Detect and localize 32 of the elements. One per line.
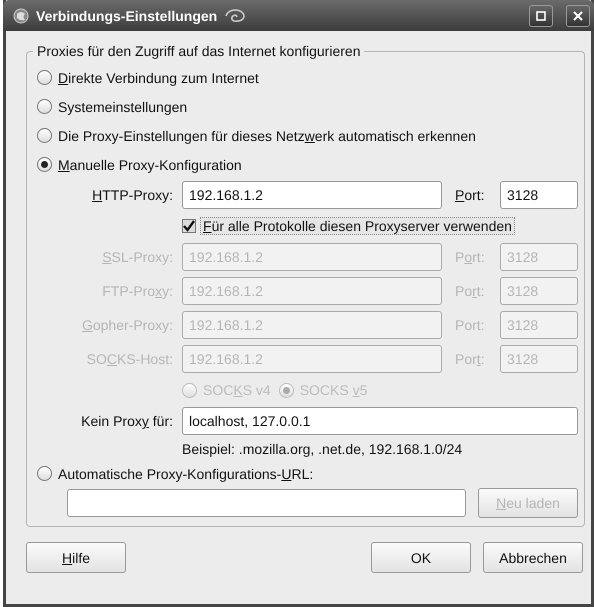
radio-label: Manuelle Proxy-Konfiguration bbox=[58, 156, 242, 172]
radio-button[interactable] bbox=[37, 70, 52, 85]
window-title: Verbindungs-Einstellungen bbox=[36, 8, 218, 24]
checkbox[interactable] bbox=[182, 219, 196, 233]
radio-label: Automatische Proxy-Konfigurations-URL: bbox=[58, 466, 314, 482]
checkbox-label: Für alle Protokolle diesen Proxyserver verwenden bbox=[200, 217, 515, 235]
cancel-button[interactable]: Abbrechen bbox=[483, 542, 583, 573]
radio-label: Die Proxy-Einstellungen für dieses Netzwerk automatisch erkennen bbox=[58, 128, 476, 144]
ok-button[interactable]: OK bbox=[371, 542, 471, 573]
example-text: Beispiel: .mozilla.org, .net.de, 192.168.1.0/24 bbox=[182, 441, 464, 457]
radio-button[interactable] bbox=[37, 157, 52, 172]
radio-button[interactable] bbox=[37, 466, 52, 481]
field-label: HTTP-Proxy: bbox=[92, 187, 173, 203]
close-button[interactable] bbox=[566, 4, 590, 26]
checkmark-icon bbox=[183, 220, 195, 232]
exceptions-field[interactable]: localhost, 127.0.0.1 bbox=[182, 407, 578, 435]
close-icon bbox=[573, 10, 583, 20]
maximize-button[interactable] bbox=[529, 4, 553, 26]
host-field[interactable]: 192.168.1.2 bbox=[182, 181, 442, 209]
radio-button[interactable] bbox=[37, 128, 52, 143]
radio-button[interactable] bbox=[37, 99, 52, 114]
spiral-icon bbox=[224, 8, 246, 24]
maximize-icon bbox=[536, 10, 546, 20]
group-title: Proxies für den Zugriff auf das Internet konfigurieren bbox=[36, 43, 362, 59]
radio-label: Direkte Verbindung zum Internet bbox=[58, 70, 259, 86]
radio-label: Systemeinstellungen bbox=[58, 98, 188, 114]
port-label: Port: bbox=[455, 187, 486, 203]
url-field[interactable] bbox=[67, 489, 466, 517]
globe-icon bbox=[13, 8, 29, 24]
help-button[interactable]: Hilfe bbox=[26, 542, 126, 573]
port-field[interactable]: 3128 bbox=[500, 181, 578, 209]
field-label: Kein Proxy für: bbox=[81, 413, 173, 429]
